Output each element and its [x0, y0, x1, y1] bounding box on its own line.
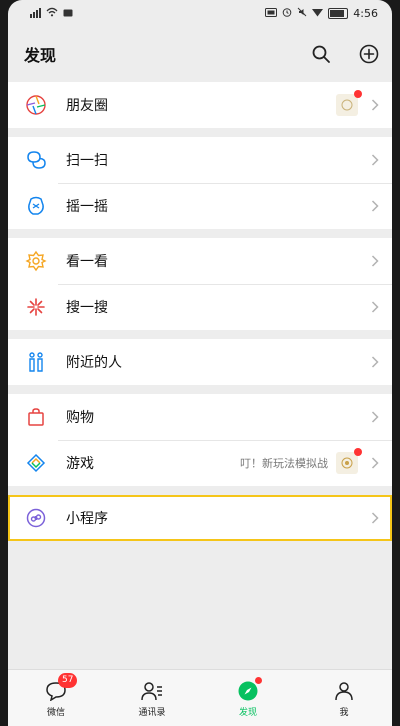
signal-icon	[30, 8, 41, 18]
moments-icon	[24, 93, 48, 117]
page-title: 发现	[24, 46, 57, 65]
chevron-right-icon	[368, 254, 382, 268]
tab-chats[interactable]: 57 微信	[8, 670, 104, 726]
add-button[interactable]	[356, 41, 382, 67]
message-notification-icon	[63, 7, 73, 20]
games-promo-text: 叮！新玩法模拟战	[240, 457, 328, 470]
row-label: 附近的人	[66, 355, 122, 371]
people-nearby-icon	[24, 350, 48, 374]
tab-contacts[interactable]: 通讯录	[104, 670, 200, 726]
tab-discover[interactable]: 发现	[200, 670, 296, 726]
chevron-right-icon	[368, 456, 382, 470]
group-nearby: 附近的人	[8, 339, 392, 385]
row-label: 购物	[66, 410, 94, 426]
group-mini-program: 小程序	[8, 495, 392, 541]
tab-label: 我	[339, 707, 349, 718]
phone-screen: 4:56 发现 朋友圈 扫一扫 摇一摇 看一看 搜一搜 附近的人 购物 游戏 叮…	[8, 0, 392, 726]
row-scan[interactable]: 扫一扫	[8, 137, 392, 183]
chevron-right-icon	[368, 511, 382, 525]
status-left	[30, 7, 73, 20]
chevron-right-icon	[368, 98, 382, 112]
wifi-icon	[46, 7, 58, 20]
group-stories-search: 看一看 搜一搜	[8, 238, 392, 330]
games-icon	[24, 451, 48, 475]
scan-icon	[24, 148, 48, 172]
bottom-tab-bar: 57 微信 通讯录 发现 我	[8, 669, 392, 726]
header: 发现	[8, 26, 392, 82]
tab-label: 微信	[46, 707, 65, 718]
moments-avatar-thumbnail	[336, 90, 362, 116]
group-moments: 朋友圈	[8, 82, 392, 128]
new-dot-badge	[354, 448, 362, 456]
new-dot-badge	[354, 90, 362, 98]
hd-icon	[265, 7, 278, 20]
shopping-bag-icon	[24, 405, 48, 429]
contacts-icon	[140, 679, 164, 703]
header-actions	[308, 41, 382, 67]
row-people-nearby[interactable]: 附近的人	[8, 339, 392, 385]
battery-icon	[328, 7, 349, 19]
search-icon	[312, 45, 330, 63]
tab-me[interactable]: 我	[296, 670, 392, 726]
unread-badge: 57	[58, 672, 78, 688]
compass-icon	[236, 676, 262, 703]
search-star-icon	[24, 295, 48, 319]
row-label: 扫一扫	[66, 153, 108, 169]
row-label: 小程序	[66, 511, 108, 527]
alarm-icon	[282, 7, 292, 20]
chevron-right-icon	[368, 153, 382, 167]
row-moments[interactable]: 朋友圈	[8, 82, 392, 128]
row-label: 摇一摇	[66, 199, 108, 215]
person-icon	[332, 679, 356, 703]
chevron-right-icon	[368, 300, 382, 314]
row-label: 搜一搜	[66, 300, 108, 316]
row-shake[interactable]: 摇一摇	[8, 183, 392, 229]
top-stories-icon	[24, 249, 48, 273]
row-label: 朋友圈	[66, 98, 108, 114]
chevron-right-icon	[368, 355, 382, 369]
row-label: 游戏	[66, 456, 94, 472]
row-top-stories[interactable]: 看一看	[8, 238, 392, 284]
wifi-strength-icon	[312, 7, 324, 20]
status-time: 4:56	[353, 6, 378, 20]
mute-icon	[297, 7, 307, 20]
row-search[interactable]: 搜一搜	[8, 284, 392, 330]
row-games[interactable]: 游戏 叮！新玩法模拟战	[8, 440, 392, 486]
group-shop-games: 购物 游戏 叮！新玩法模拟战	[8, 394, 392, 486]
chat-bubble-icon: 57	[44, 672, 78, 703]
tab-label: 通讯录	[138, 707, 166, 718]
plus-circle-icon	[359, 44, 379, 64]
chevron-right-icon	[368, 410, 382, 424]
group-scan-shake: 扫一扫 摇一摇	[8, 137, 392, 229]
search-button[interactable]	[308, 41, 334, 67]
tab-label: 发现	[238, 707, 257, 718]
new-dot-badge	[255, 676, 262, 684]
status-bar: 4:56	[8, 0, 392, 26]
chevron-right-icon	[368, 199, 382, 213]
shake-icon	[24, 194, 48, 218]
row-shopping[interactable]: 购物	[8, 394, 392, 440]
mini-program-icon	[24, 506, 48, 530]
row-mini-program[interactable]: 小程序	[8, 495, 392, 541]
row-label: 看一看	[66, 254, 108, 270]
status-right: 4:56	[265, 7, 378, 20]
games-thumbnail	[336, 448, 362, 474]
